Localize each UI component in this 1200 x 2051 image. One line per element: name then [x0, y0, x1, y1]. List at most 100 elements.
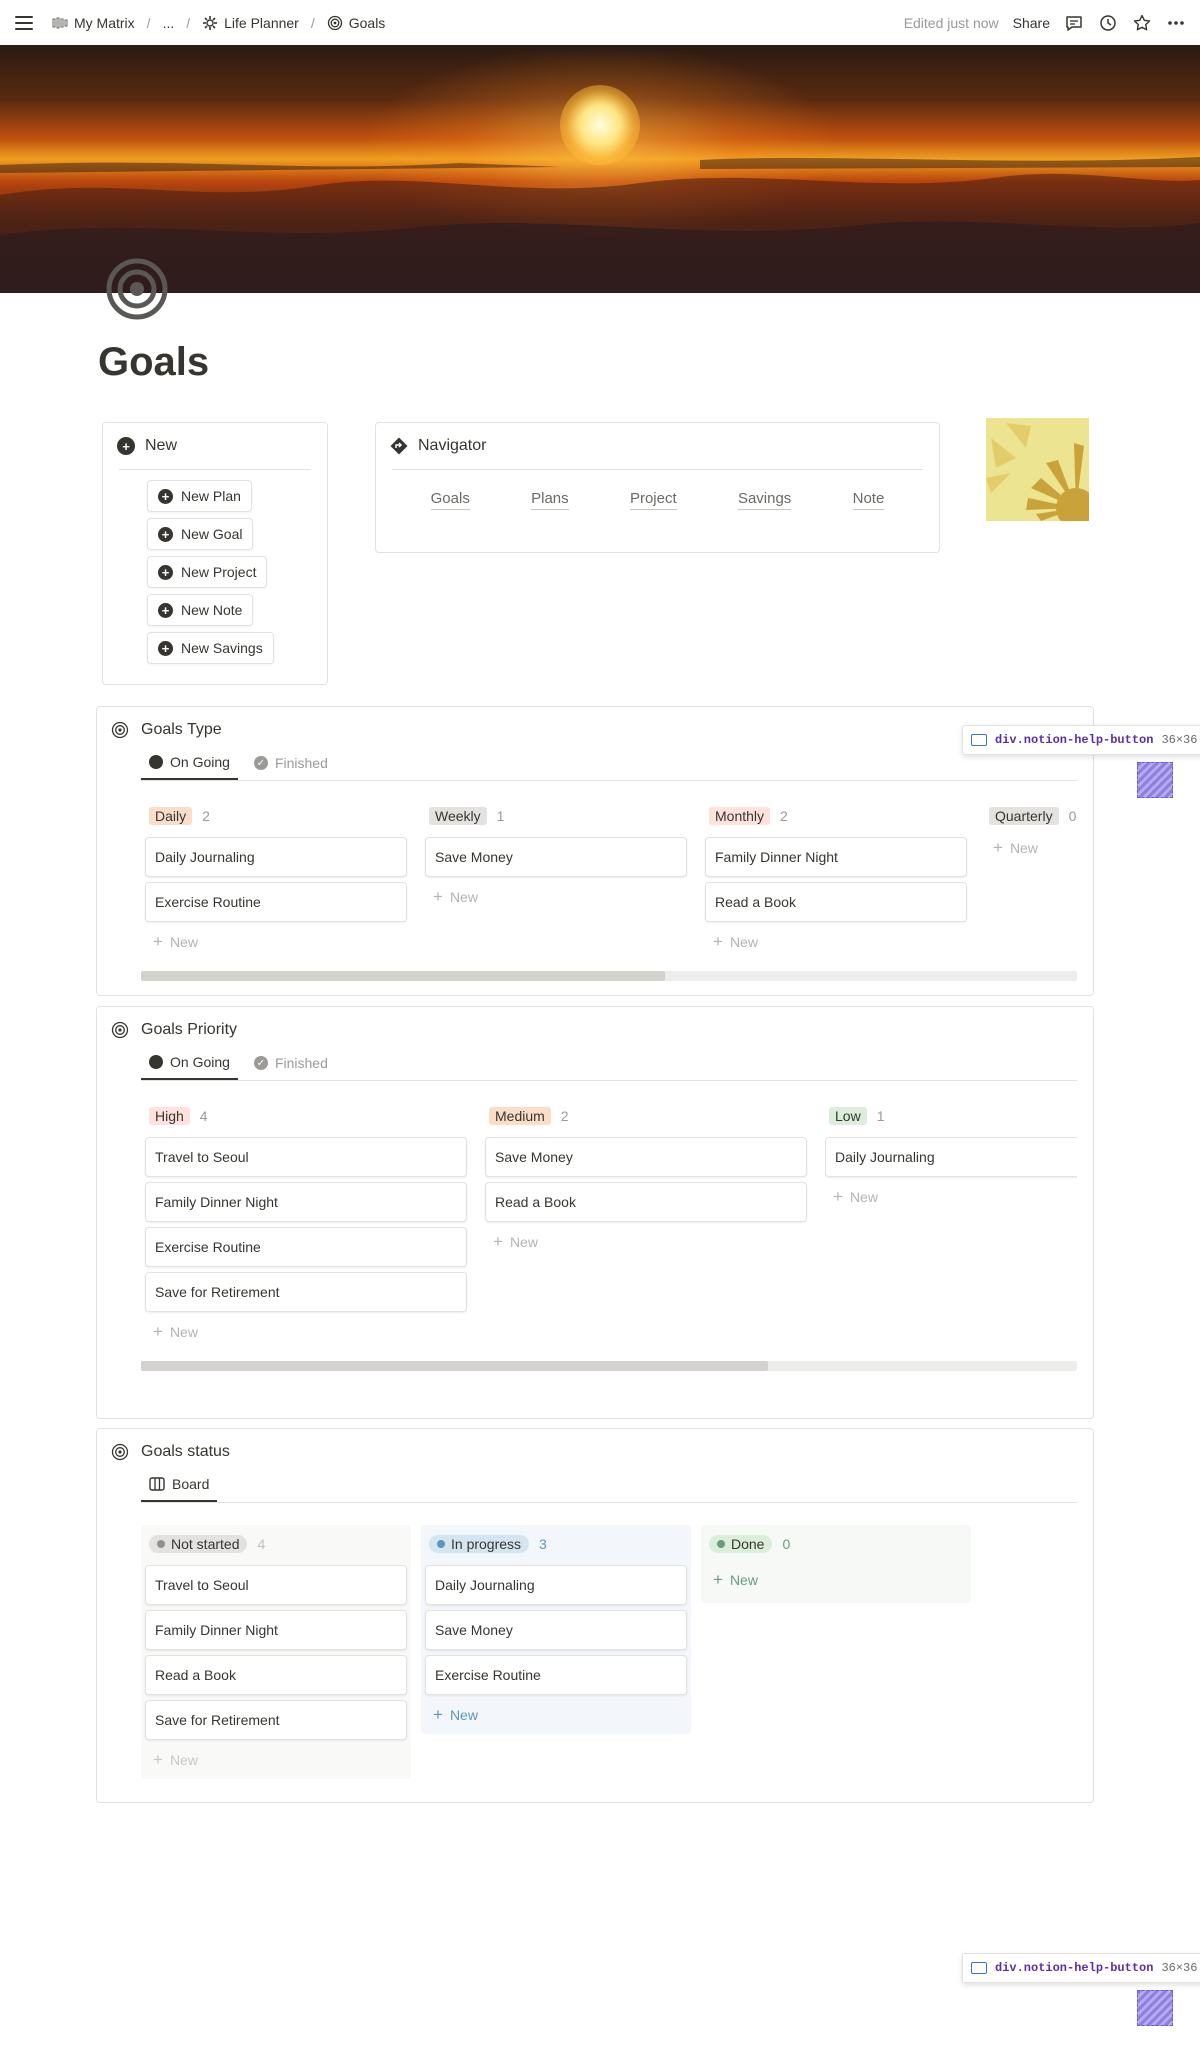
- board-card[interactable]: Exercise Routine: [145, 882, 407, 922]
- group-tag[interactable]: Quarterly: [989, 807, 1059, 825]
- group-tag[interactable]: Monthly: [709, 807, 771, 825]
- breadcrumb-ellipsis[interactable]: ...: [159, 13, 179, 33]
- column-header: Monthly 2: [705, 805, 967, 827]
- add-new-card[interactable]: + New: [145, 1745, 407, 1775]
- navigator-header: Navigator: [376, 423, 939, 469]
- group-tag[interactable]: Medium: [489, 1107, 551, 1125]
- help-button[interactable]: [1137, 1990, 1173, 2026]
- history-icon[interactable]: [1098, 13, 1118, 33]
- section-title[interactable]: Goals Type: [141, 721, 222, 739]
- group-tag[interactable]: Weekly: [429, 807, 487, 825]
- horizontal-scrollbar[interactable]: [141, 971, 1077, 981]
- board-card[interactable]: Daily Journaling: [825, 1137, 1077, 1177]
- page-target-icon[interactable]: [106, 258, 168, 320]
- help-button[interactable]: [1137, 762, 1173, 798]
- new-plan-button[interactable]: + New Plan: [147, 480, 252, 512]
- share-button[interactable]: Share: [1013, 15, 1050, 31]
- check-circle-icon: ✓: [253, 756, 268, 770]
- plus-circle-icon: +: [158, 564, 173, 580]
- edited-status: Edited just now: [903, 14, 999, 31]
- tab-board[interactable]: Board: [141, 1468, 218, 1502]
- breadcrumb-label: ...: [162, 14, 175, 31]
- group-count: 0: [1068, 808, 1077, 824]
- tab-on-going[interactable]: On Going: [141, 746, 238, 780]
- new-goal-button[interactable]: + New Goal: [147, 518, 254, 550]
- plus-circle-icon: +: [158, 640, 173, 656]
- status-dot-icon: [717, 1540, 725, 1548]
- plus-circle-icon: +: [158, 602, 173, 618]
- more-icon[interactable]: [1166, 13, 1186, 33]
- board-card[interactable]: Save Money: [425, 1610, 687, 1650]
- new-savings-button[interactable]: + New Savings: [147, 632, 274, 664]
- add-new-card[interactable]: + New: [705, 927, 967, 957]
- new-note-button[interactable]: + New Note: [147, 594, 254, 626]
- status-tag[interactable]: Done: [709, 1535, 773, 1553]
- breadcrumb-goals[interactable]: Goals: [323, 13, 390, 33]
- column-header: Not started 4: [145, 1533, 407, 1555]
- board-card[interactable]: Exercise Routine: [145, 1227, 467, 1267]
- board-card[interactable]: Save for Retirement: [145, 1272, 467, 1312]
- tab-finished[interactable]: ✓ Finished: [246, 1046, 336, 1080]
- add-new-card[interactable]: + New: [145, 1317, 467, 1347]
- tab-finished[interactable]: ✓ Finished: [246, 746, 336, 780]
- board-card[interactable]: Read a Book: [485, 1182, 807, 1222]
- nav-link-savings[interactable]: Savings: [737, 490, 792, 510]
- board-column-weekly: Weekly 1 Save Money + New: [425, 805, 687, 912]
- view-tabs: Board: [141, 1469, 1077, 1503]
- group-tag[interactable]: High: [149, 1107, 190, 1125]
- comment-icon[interactable]: [1064, 13, 1084, 33]
- board-card[interactable]: Travel to Seoul: [145, 1565, 407, 1605]
- board-card[interactable]: Save for Retirement: [145, 1700, 407, 1740]
- group-tag[interactable]: Daily: [149, 807, 193, 825]
- board-card[interactable]: Travel to Seoul: [145, 1137, 467, 1177]
- status-tag[interactable]: Not started: [149, 1535, 248, 1553]
- group-tag[interactable]: Low: [829, 1107, 867, 1125]
- nav-link-goals[interactable]: Goals: [430, 490, 470, 510]
- scrollbar-thumb[interactable]: [141, 971, 666, 981]
- section-title[interactable]: Goals status: [141, 1443, 230, 1461]
- add-new-card[interactable]: + New: [145, 927, 407, 957]
- new-project-button[interactable]: + New Project: [147, 556, 268, 588]
- element-icon: [971, 734, 987, 746]
- add-new-card[interactable]: + New: [985, 833, 1077, 863]
- plus-icon: +: [493, 1232, 503, 1251]
- section-title[interactable]: Goals Priority: [141, 1021, 237, 1039]
- status-tag[interactable]: In progress: [429, 1535, 530, 1553]
- direction-sign-icon: [390, 437, 408, 455]
- board-card[interactable]: Family Dinner Night: [145, 1610, 407, 1650]
- column-header: Low 1: [825, 1105, 1077, 1127]
- nav-link-plans[interactable]: Plans: [531, 490, 569, 510]
- scrollbar-thumb[interactable]: [141, 1361, 769, 1371]
- page-title: Goals: [98, 340, 210, 384]
- board-column-daily: Daily 2 Daily Journaling Exercise Routin…: [145, 805, 407, 957]
- board-card[interactable]: Exercise Routine: [425, 1655, 687, 1695]
- nav-link-project[interactable]: Project: [629, 490, 677, 510]
- board-icon: [149, 1477, 165, 1491]
- add-new-card[interactable]: + New: [825, 1182, 1077, 1212]
- board-card[interactable]: Read a Book: [145, 1655, 407, 1695]
- add-new-label: New: [509, 1234, 538, 1250]
- menu-icon[interactable]: [14, 13, 34, 33]
- board-card[interactable]: Daily Journaling: [425, 1565, 687, 1605]
- board-card[interactable]: Family Dinner Night: [705, 837, 967, 877]
- add-new-card[interactable]: + New: [705, 1565, 967, 1595]
- horizontal-scrollbar[interactable]: [141, 1361, 1077, 1371]
- add-new-label: New: [729, 1572, 758, 1588]
- add-new-card[interactable]: + New: [425, 1700, 687, 1730]
- board-card[interactable]: Family Dinner Night: [145, 1182, 467, 1222]
- status-label: Done: [731, 1536, 765, 1552]
- add-new-card[interactable]: + New: [425, 882, 687, 912]
- plus-icon: +: [833, 1187, 843, 1206]
- board-card[interactable]: Read a Book: [705, 882, 967, 922]
- breadcrumb-my-matrix[interactable]: My Matrix: [48, 13, 139, 33]
- breadcrumb-life-planner[interactable]: Life Planner: [198, 13, 303, 33]
- add-new-card[interactable]: + New: [485, 1227, 807, 1257]
- nav-link-note[interactable]: Note: [852, 490, 885, 510]
- board-card[interactable]: Daily Journaling: [145, 837, 407, 877]
- star-icon[interactable]: [1132, 13, 1152, 33]
- button-label: New Note: [181, 602, 243, 618]
- tab-on-going[interactable]: On Going: [141, 1046, 238, 1080]
- board-card[interactable]: Save Money: [485, 1137, 807, 1177]
- breadcrumb-label: My Matrix: [74, 14, 135, 31]
- board-card[interactable]: Save Money: [425, 837, 687, 877]
